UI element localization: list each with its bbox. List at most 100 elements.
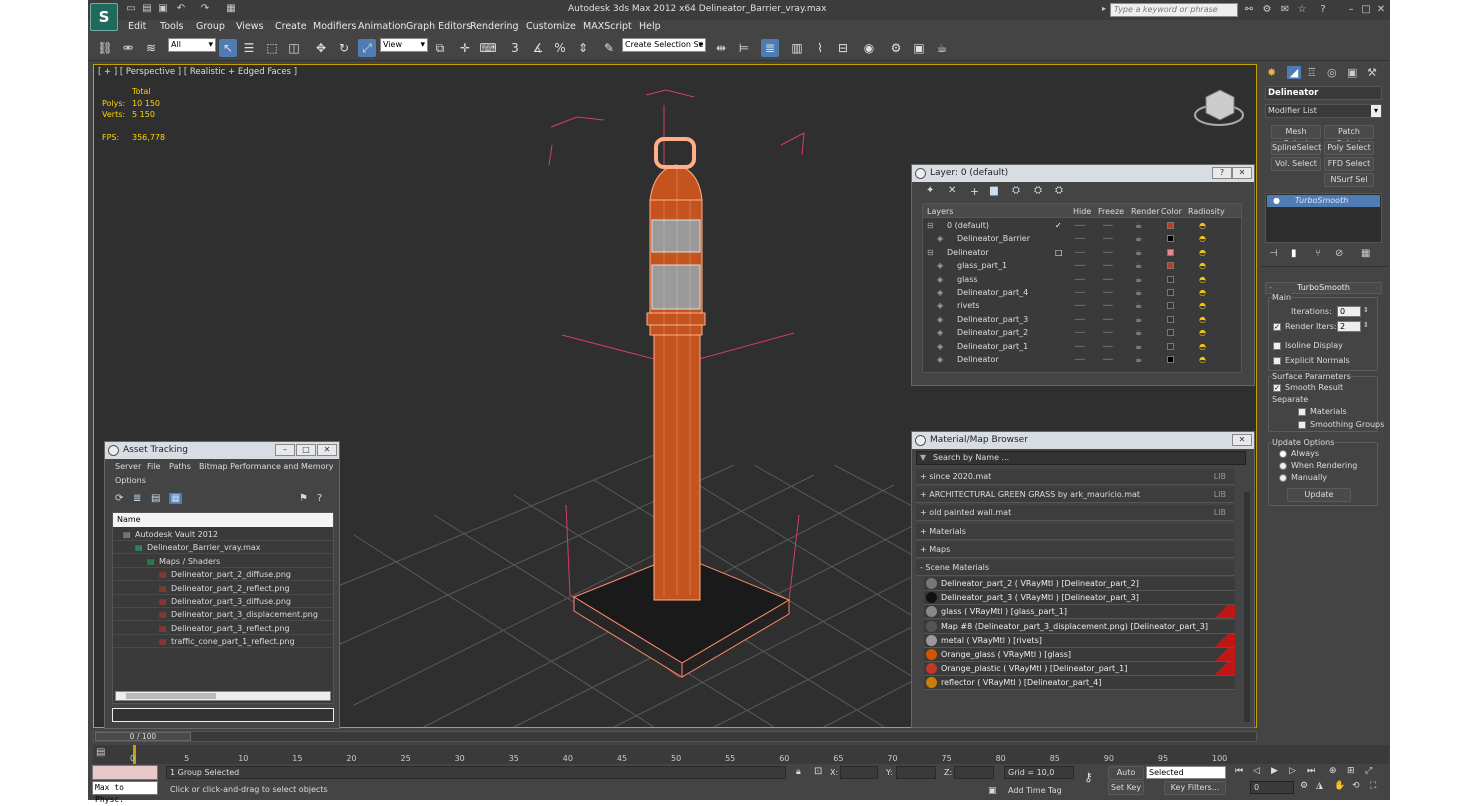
radiosity-icon[interactable]: ◓: [1199, 248, 1206, 257]
material-browser-scrollbar[interactable]: [1244, 492, 1250, 722]
asset-row[interactable]: ▤ Delineator_part_3_displacement.png: [113, 608, 333, 622]
layer-name[interactable]: Delineator_part_2: [957, 328, 1028, 337]
time-slider-thumb[interactable]: 0 / 100: [95, 732, 191, 741]
select-by-name-icon[interactable]: ☰: [240, 39, 258, 57]
expand-icon[interactable]: ⊟: [927, 248, 934, 257]
asset-row[interactable]: ▤ Delineator_part_2_diffuse.png: [113, 568, 333, 582]
asset-menu-file[interactable]: File: [147, 462, 160, 471]
spinner-snap-icon[interactable]: ⇕: [574, 39, 592, 57]
smoothing-groups-checkbox[interactable]: [1298, 421, 1306, 429]
redo-icon[interactable]: ↷: [198, 3, 212, 15]
asset-menu-bitmap[interactable]: Bitmap Performance and Memory: [199, 462, 334, 471]
edit-named-selection-icon[interactable]: ✎: [600, 39, 618, 57]
pin-stack-icon[interactable]: ⊣: [1269, 248, 1278, 259]
col-radiosity[interactable]: Radiosity: [1188, 207, 1225, 216]
hide-toggle[interactable]: ──: [1075, 221, 1085, 230]
asset-name[interactable]: Delineator_part_3_reflect.png: [171, 624, 290, 633]
save-file-icon[interactable]: ▣: [156, 3, 170, 15]
graphite-ribbon-icon[interactable]: ▥: [788, 39, 806, 57]
menu-maxscript[interactable]: MAXScript: [583, 21, 632, 32]
undo-icon[interactable]: ↶: [174, 3, 188, 15]
mirror-icon[interactable]: ⇹: [712, 39, 730, 57]
scene-material-item[interactable]: glass ( VRayMtl ) [glass_part_1]: [924, 605, 1235, 620]
material-group-header[interactable]: + Materials: [916, 523, 1234, 540]
close-icon[interactable]: ✕: [1374, 3, 1388, 16]
layer-color-swatch[interactable]: [1167, 342, 1174, 350]
asset-name[interactable]: Delineator_part_2_diffuse.png: [171, 570, 291, 579]
render-teapot-icon[interactable]: ☕: [1135, 315, 1142, 324]
radiosity-icon[interactable]: ◓: [1199, 301, 1206, 310]
window-crossing-icon[interactable]: ◫: [285, 39, 303, 57]
go-to-end-icon[interactable]: ⏭: [1307, 766, 1315, 776]
menu-tools[interactable]: Tools: [160, 21, 183, 32]
asset-row[interactable]: ▤ Maps / Shaders: [113, 555, 333, 568]
fov-icon[interactable]: ◮: [1316, 781, 1323, 791]
layer-name[interactable]: Delineator_part_3: [957, 315, 1028, 324]
time-slider[interactable]: 0 / 100: [93, 731, 1257, 742]
render-teapot-icon[interactable]: ☕: [1135, 234, 1142, 243]
asset-row[interactable]: ▤ traffic_cone_part_1_reflect.png: [113, 635, 333, 649]
zoom-all-icon[interactable]: ⊞: [1347, 766, 1355, 776]
freeze-toggle[interactable]: ──: [1103, 248, 1113, 257]
previous-frame-icon[interactable]: ◁: [1253, 766, 1260, 776]
binoculars-icon[interactable]: ⚯: [1242, 3, 1256, 16]
hide-toggle[interactable]: ──: [1075, 301, 1085, 310]
layer-color-swatch[interactable]: [1167, 315, 1174, 323]
z-coordinate-field[interactable]: [954, 766, 994, 779]
layer-row[interactable]: ◈ Delineator_part_2 ── ── ☕ ◓: [923, 326, 1241, 339]
maximize-icon[interactable]: □: [1359, 3, 1373, 16]
asset-row[interactable]: ▤ Delineator_part_3_diffuse.png: [113, 595, 333, 608]
display-tab-icon[interactable]: ▣: [1347, 66, 1357, 79]
minimize-icon[interactable]: –: [275, 444, 295, 456]
select-and-move-icon[interactable]: ✥: [312, 39, 330, 57]
layer-name[interactable]: Delineator_part_1: [957, 342, 1028, 351]
render-teapot-icon[interactable]: ☕: [1135, 301, 1142, 310]
col-hide[interactable]: Hide: [1073, 207, 1091, 216]
render-teapot-icon[interactable]: ☕: [1135, 261, 1142, 270]
radiosity-icon[interactable]: ◓: [1199, 234, 1206, 243]
layer-window-titlebar[interactable]: Layer: 0 (default) ? ✕: [912, 165, 1254, 182]
asset-row[interactable]: ▤ Delineator_Barrier_vray.max: [113, 541, 333, 555]
menu-graph-editors[interactable]: Graph Editors: [406, 21, 471, 32]
close-icon[interactable]: ✕: [1232, 167, 1252, 179]
hide-toggle[interactable]: ──: [1075, 315, 1085, 324]
orbit-icon[interactable]: ⟲: [1352, 781, 1360, 791]
render-production-icon[interactable]: ☕: [933, 39, 951, 57]
layer-name[interactable]: Delineator: [957, 355, 999, 364]
material-group-header[interactable]: - Scene Materials: [916, 560, 1234, 576]
scrollbar-thumb[interactable]: [126, 693, 216, 699]
highlight-icon[interactable]: ⚑: [299, 493, 308, 504]
add-time-tag-button[interactable]: Add Time Tag: [1008, 786, 1062, 795]
layer-color-swatch[interactable]: [1167, 262, 1174, 270]
scene-material-item[interactable]: reflector ( VRayMtl ) [Delineator_part_4…: [924, 676, 1235, 691]
selection-filter-dropdown[interactable]: All: [168, 38, 216, 52]
layer-color-swatch[interactable]: [1167, 235, 1174, 243]
expand-search-icon[interactable]: ▸: [1102, 4, 1106, 13]
select-and-rotate-icon[interactable]: ↻: [335, 39, 353, 57]
hide-toggle[interactable]: ──: [1075, 328, 1085, 337]
layer-color-swatch[interactable]: [1167, 222, 1174, 229]
x-coordinate-field[interactable]: [840, 766, 878, 779]
spline-select-button[interactable]: SplineSelect: [1271, 141, 1321, 155]
col-render[interactable]: Render: [1131, 207, 1159, 216]
object-icon[interactable]: ◈: [937, 328, 943, 337]
freeze-toggle[interactable]: ──: [1103, 261, 1113, 270]
radiosity-icon[interactable]: ◓: [1199, 275, 1206, 284]
spinner-arrows-icon[interactable]: ⇕: [1363, 321, 1369, 329]
mesh-select-button[interactable]: Mesh Select: [1271, 125, 1321, 148]
app-logo-icon[interactable]: S: [90, 3, 118, 31]
explicit-normals-checkbox[interactable]: [1273, 357, 1281, 365]
col-freeze[interactable]: Freeze: [1098, 207, 1124, 216]
iterations-spinner[interactable]: 0: [1337, 306, 1361, 317]
add-to-layer-icon[interactable]: +: [970, 185, 979, 198]
named-selection-set-dropdown[interactable]: Create Selection Se: [622, 38, 706, 52]
maximize-viewport-icon[interactable]: ⛶: [1370, 781, 1376, 791]
isoline-display-checkbox[interactable]: [1273, 342, 1281, 350]
help-icon[interactable]: ?: [1316, 3, 1330, 16]
radiosity-icon[interactable]: ◓: [1199, 342, 1206, 351]
render-teapot-icon[interactable]: ☕: [1135, 288, 1142, 297]
select-and-scale-icon[interactable]: ⤢: [358, 39, 376, 57]
layer-row[interactable]: ◈ Delineator_part_4 ── ── ☕ ◓: [923, 286, 1241, 299]
update-button[interactable]: Update: [1287, 488, 1351, 502]
scene-material-item[interactable]: metal ( VRayMtl ) [rivets]: [924, 633, 1235, 648]
